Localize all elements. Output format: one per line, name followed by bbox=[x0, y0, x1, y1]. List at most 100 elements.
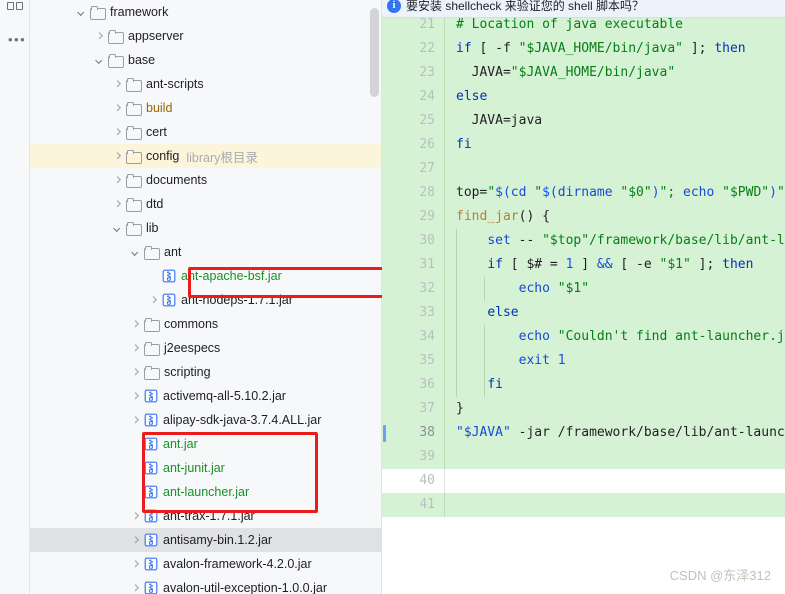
code-line-text: if [ $# = 1 ] && [ -e "$1" ]; then bbox=[444, 253, 785, 277]
chevron-right-icon[interactable] bbox=[130, 367, 141, 378]
chevron-right-icon[interactable] bbox=[130, 391, 141, 402]
chevron-right-icon[interactable] bbox=[112, 175, 123, 186]
code-line-text: top="$(cd "$(dirname "$0")"; echo "$PWD"… bbox=[444, 181, 785, 205]
chevron-right-icon[interactable] bbox=[130, 583, 141, 594]
code-token: JAVA= bbox=[456, 65, 511, 80]
code-token: echo bbox=[518, 329, 550, 344]
chevron-down-icon[interactable] bbox=[130, 247, 141, 258]
tree-row[interactable]: ant-trax-1.7.1.jar bbox=[30, 504, 382, 528]
code-line[interactable]: 27 bbox=[382, 157, 785, 181]
two-panes-icon[interactable] bbox=[7, 2, 23, 10]
code-line[interactable]: 32 echo "$1" bbox=[382, 277, 785, 301]
tree-row[interactable]: ant-junit.jar bbox=[30, 456, 382, 480]
tree-item-label: config bbox=[146, 149, 180, 163]
tree-row[interactable]: ant bbox=[30, 240, 382, 264]
code-line[interactable]: 39 bbox=[382, 445, 785, 469]
tree-row[interactable]: config library根目录 bbox=[30, 144, 382, 168]
line-number: 26 bbox=[419, 137, 435, 152]
tree-row[interactable]: appserver bbox=[30, 24, 382, 48]
code-token: fi bbox=[456, 137, 472, 152]
tree-row[interactable]: scripting bbox=[30, 360, 382, 384]
tree-item-annotation: library根目录 bbox=[186, 150, 258, 165]
line-number: 36 bbox=[419, 377, 435, 392]
line-number: 39 bbox=[419, 449, 435, 464]
tree-row[interactable]: framework bbox=[30, 0, 382, 24]
chevron-down-icon[interactable] bbox=[112, 223, 123, 234]
code-line[interactable]: 23 JAVA="$JAVA_HOME/bin/java" bbox=[382, 61, 785, 85]
tree-row[interactable]: ant-scripts bbox=[30, 72, 382, 96]
tree-row[interactable]: ant-launcher.jar bbox=[30, 480, 382, 504]
chevron-right-icon[interactable] bbox=[130, 343, 141, 354]
tree-row[interactable]: ant-apache-bsf.jar bbox=[30, 264, 382, 288]
chevron-right-icon[interactable] bbox=[94, 31, 105, 42]
code-line[interactable]: 35 exit 1 bbox=[382, 349, 785, 373]
code-line-text: "$JAVA" -jar /framework/base/lib/ant-lau… bbox=[444, 421, 785, 445]
tree-row[interactable]: alipay-sdk-java-3.7.4.ALL.jar bbox=[30, 408, 382, 432]
tree-row[interactable]: base bbox=[30, 48, 382, 72]
tree-row[interactable]: cert bbox=[30, 120, 382, 144]
code-area[interactable]: 21 # Location of java executable 22 if [ -f… bbox=[382, 13, 785, 594]
chevron-right-icon[interactable] bbox=[148, 295, 159, 306]
code-line[interactable]: 30 set -- "$top"/framework/base/lib/ant-… bbox=[382, 229, 785, 253]
tree-row[interactable]: avalon-framework-4.2.0.jar bbox=[30, 552, 382, 576]
tree-row[interactable]: antisamy-bin.1.2.jar bbox=[30, 528, 382, 552]
tree-item-label: ant-apache-bsf.jar bbox=[181, 269, 282, 283]
indent-guide bbox=[484, 373, 485, 397]
chevron-down-icon[interactable] bbox=[94, 55, 105, 66]
tree-row[interactable]: commons bbox=[30, 312, 382, 336]
tree-row[interactable]: dtd bbox=[30, 192, 382, 216]
code-line[interactable]: 37} bbox=[382, 397, 785, 421]
code-token: } bbox=[456, 401, 464, 416]
code-line[interactable]: 41 bbox=[382, 493, 785, 517]
code-line[interactable]: 31 if [ $# = 1 ] && [ -e "$1" ]; then bbox=[382, 253, 785, 277]
code-line[interactable]: 34 echo "Couldn't find ant-launcher.j bbox=[382, 325, 785, 349]
chevron-right-icon[interactable] bbox=[130, 319, 141, 330]
tree-row[interactable]: ant-nodeps-1.7.1.jar bbox=[30, 288, 382, 312]
tree-row[interactable]: ant.jar bbox=[30, 432, 382, 456]
code-line[interactable]: 26 fi bbox=[382, 133, 785, 157]
chevron-right-icon[interactable] bbox=[130, 559, 141, 570]
chevron-right-icon[interactable] bbox=[112, 79, 123, 90]
code-token: cd bbox=[510, 185, 527, 200]
chevron-right-icon[interactable] bbox=[130, 415, 141, 426]
code-token: -f bbox=[495, 41, 511, 56]
folder-icon bbox=[126, 78, 142, 92]
chevron-right-icon[interactable] bbox=[112, 199, 123, 210]
code-line[interactable]: 29 find_jar() { bbox=[382, 205, 785, 229]
tree-row[interactable]: lib bbox=[30, 216, 382, 240]
tree-row[interactable]: activemq-all-5.10.2.jar bbox=[30, 384, 382, 408]
tree-row[interactable]: j2eespecs bbox=[30, 336, 382, 360]
code-line[interactable]: 22 if [ -f "$JAVA_HOME/bin/java" ]; then bbox=[382, 37, 785, 61]
notification-banner[interactable]: i 要安装 shellcheck 来验证您的 shell 脚本吗？ bbox=[382, 0, 785, 18]
tree-row[interactable]: build bbox=[30, 96, 382, 120]
tree-vertical-scrollbar[interactable] bbox=[370, 8, 379, 97]
line-number: 37 bbox=[419, 401, 435, 416]
tree-row[interactable]: avalon-util-exception-1.0.0.jar bbox=[30, 576, 382, 594]
chevron-right-icon[interactable] bbox=[130, 535, 141, 546]
tree-item-label: avalon-util-exception-1.0.0.jar bbox=[163, 581, 327, 594]
vcs-change-marker[interactable] bbox=[383, 425, 386, 442]
code-line[interactable]: 36 fi bbox=[382, 373, 785, 397]
chevron-right-icon[interactable] bbox=[112, 127, 123, 138]
code-line[interactable]: 33 else bbox=[382, 301, 785, 325]
info-icon: i bbox=[387, 0, 401, 13]
code-line[interactable]: 38 "$JAVA" -jar /framework/base/lib/ant-l… bbox=[382, 421, 785, 445]
code-line[interactable]: 40 bbox=[382, 469, 785, 493]
more-options-icon[interactable]: ••• bbox=[8, 33, 26, 46]
chevron-right-icon[interactable] bbox=[112, 103, 123, 114]
tree-item-label: j2eespecs bbox=[164, 341, 221, 355]
chevron-right-icon[interactable] bbox=[130, 511, 141, 522]
code-line[interactable]: 28 top="$(cd "$(dirname "$0")"; echo "$PW… bbox=[382, 181, 785, 205]
line-number: 27 bbox=[419, 161, 435, 176]
folder-icon bbox=[126, 126, 142, 140]
code-line[interactable]: 25 JAVA=java bbox=[382, 109, 785, 133]
tree-row[interactable]: documents bbox=[30, 168, 382, 192]
chevron-down-icon[interactable] bbox=[76, 7, 87, 18]
code-line[interactable]: 24 else bbox=[382, 85, 785, 109]
chevron-right-icon[interactable] bbox=[112, 151, 123, 162]
code-editor-panel: i 要安装 shellcheck 来验证您的 shell 脚本吗？ 21 # Lo… bbox=[382, 0, 785, 594]
line-number: 33 bbox=[419, 305, 435, 320]
indent-guide bbox=[484, 277, 485, 301]
